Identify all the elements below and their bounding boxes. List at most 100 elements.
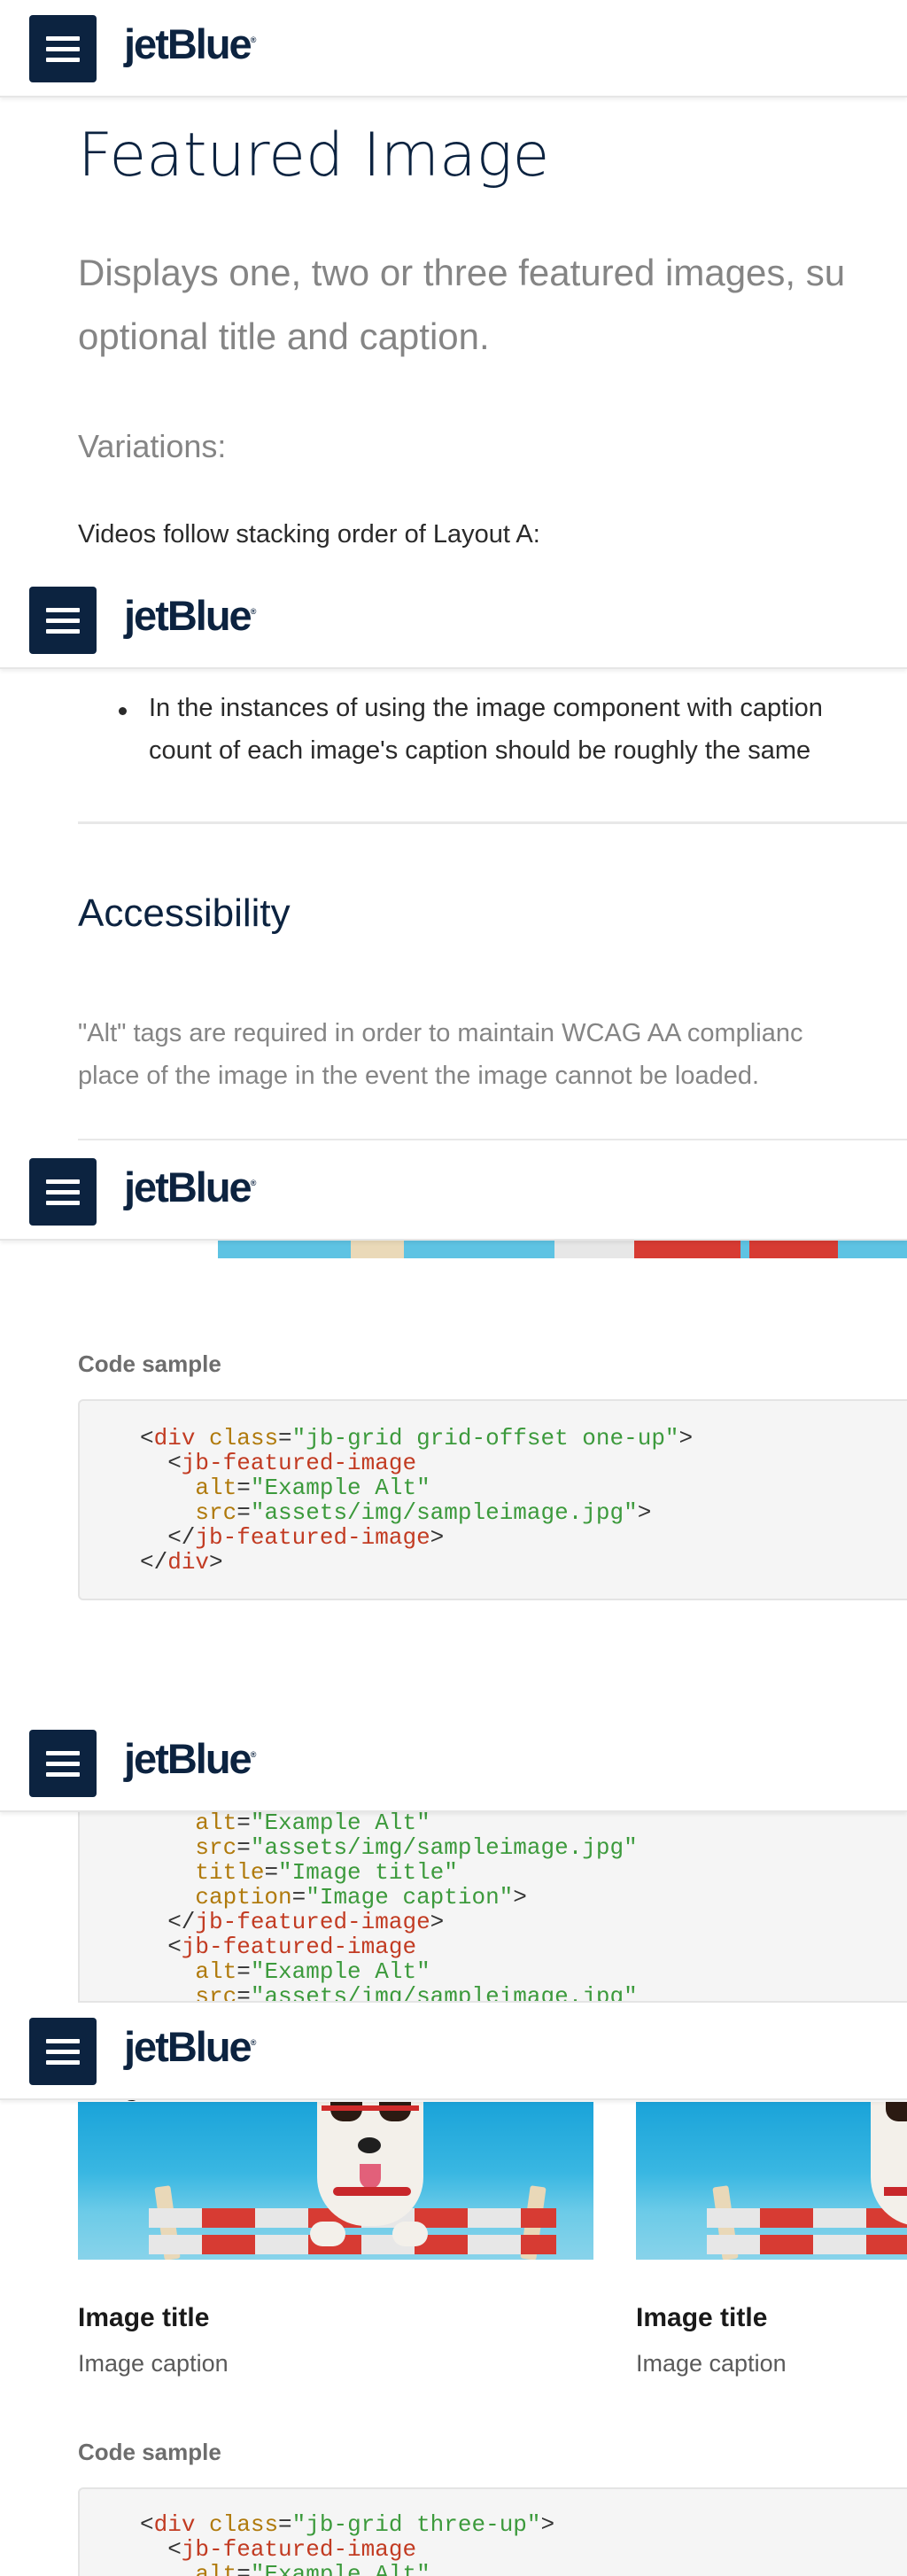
featured-image xyxy=(78,2102,593,2260)
code-sample-text: <div class="jb-grid grid-offset one-up">… xyxy=(140,1426,693,1575)
code-token: < xyxy=(140,1934,182,1960)
jetblue-logo[interactable]: jetBlue® xyxy=(124,19,256,68)
code-token: div xyxy=(153,1425,196,1451)
featured-image-bottom-edge xyxy=(218,1241,907,1258)
hamburger-menu-icon[interactable] xyxy=(29,587,97,654)
code-token: < xyxy=(140,1425,154,1451)
hamburger-menu-icon[interactable] xyxy=(29,15,97,82)
code-sample-text: alt="Example Alt" src="assets/img/sample… xyxy=(140,1812,638,2003)
code-token: = xyxy=(291,1884,306,1911)
hamburger-menu-icon[interactable] xyxy=(29,1730,97,1797)
code-token: class xyxy=(209,2511,279,2538)
code-token: "jb-grid three-up" xyxy=(291,2511,541,2538)
jetblue-logo[interactable]: jetBlue® xyxy=(124,1163,256,1211)
code-token: "assets/img/sampleimage.jpg" xyxy=(250,1834,638,1861)
code-token: jb-featured-image xyxy=(181,1450,417,1476)
code-token: "jb-grid grid-offset one-up" xyxy=(291,1425,679,1451)
code-token: = xyxy=(236,1983,251,2003)
code-token: "Example Alt" xyxy=(250,2561,430,2576)
strip-one-up-code: jetBlue® Code sample <div class = "jb-grid… xyxy=(0,1143,907,1715)
code-token: = xyxy=(236,1834,251,1861)
featured-image xyxy=(636,2102,907,2260)
strip-two-up-code: jetBlue® alt="Example Alt" src="assets/i… xyxy=(0,1715,907,2003)
code-token: src xyxy=(195,1499,237,1526)
code-sample-block: <div class="jb-grid three-up"> <jb-featu… xyxy=(78,2487,907,2576)
code-token: < xyxy=(140,2511,154,2538)
strip-three-up: jetBlue® Image title Image title Image c… xyxy=(0,2003,907,2576)
code-token: div xyxy=(153,2511,196,2538)
hamburger-menu-icon[interactable] xyxy=(29,1158,97,1226)
accessibility-text-line-2: place of the image in the event the imag… xyxy=(78,1062,760,1090)
image-caption: Image caption xyxy=(78,2350,229,2377)
code-token: "Image title" xyxy=(278,1859,458,1886)
code-token: "Example Alt" xyxy=(250,1812,430,1836)
page-title: Featured Image xyxy=(78,121,550,191)
code-token: = xyxy=(236,1812,251,1836)
image-title: Image title xyxy=(636,2303,768,2332)
guideline-bullet-line-2: count of each image's caption should be … xyxy=(149,736,811,765)
section-divider xyxy=(78,821,907,824)
code-token: > xyxy=(430,1909,445,1935)
code-sample-block: alt="Example Alt" src="assets/img/sample… xyxy=(78,1812,907,2003)
jetblue-logo[interactable]: jetBlue® xyxy=(124,591,256,640)
code-token: < xyxy=(140,1450,182,1476)
code-token: class xyxy=(209,1425,279,1451)
code-token: "Image caption" xyxy=(306,1884,514,1911)
code-token: src xyxy=(195,1834,237,1861)
code-sample-block: <div class="jb-grid grid-offset one-up">… xyxy=(78,1399,907,1600)
code-token: "assets/img/sampleimage.jpg" xyxy=(250,1983,638,2003)
code-token: src xyxy=(195,1983,237,2003)
code-token: > xyxy=(430,1524,445,1551)
code-token: = xyxy=(236,1958,251,1985)
code-token: </ xyxy=(140,1909,196,1935)
bullet-dot xyxy=(119,707,127,715)
hamburger-menu-icon[interactable] xyxy=(29,2018,97,2085)
accessibility-heading: Accessibility xyxy=(78,891,291,935)
code-token: "Example Alt" xyxy=(250,1475,430,1501)
code-token: jb-featured-image xyxy=(181,1934,417,1960)
code-sample-label: Code sample xyxy=(78,2439,221,2465)
image-title: Image title xyxy=(78,2303,210,2332)
jetblue-logo[interactable]: jetBlue® xyxy=(124,1734,256,1783)
videos-note: Videos follow stacking order of Layout A… xyxy=(78,520,540,549)
code-token: </ xyxy=(140,1549,168,1576)
site-header: jetBlue® xyxy=(0,1143,907,1241)
code-sample-text: <div class="jb-grid three-up"> <jb-featu… xyxy=(140,2512,554,2576)
code-token: alt xyxy=(195,2561,237,2576)
code-token: > xyxy=(637,1499,652,1526)
code-token: jb-featured-image xyxy=(195,1909,430,1935)
code-token: > xyxy=(678,1425,694,1451)
code-sample-label: Code sample xyxy=(78,1350,221,1377)
code-token: "assets/img/sampleimage.jpg" xyxy=(250,1499,638,1526)
page-lead-line-2: optional title and caption. xyxy=(78,315,490,357)
strip-accessibility: jetBlue® In the instances of using the i… xyxy=(0,572,907,1143)
site-header: jetBlue® xyxy=(0,572,907,669)
code-token: = xyxy=(236,2561,251,2576)
code-token: jb-featured-image xyxy=(195,1524,430,1551)
code-token: > xyxy=(513,1884,527,1911)
jetblue-logo[interactable]: jetBlue® xyxy=(124,2022,256,2071)
accessibility-text-line-1: "Alt" tags are required in order to main… xyxy=(78,1019,803,1047)
code-token: </ xyxy=(140,1524,196,1551)
site-header: jetBlue® xyxy=(0,0,907,97)
variations-label: Variations: xyxy=(78,428,227,464)
code-token: "Example Alt" xyxy=(250,1958,430,1985)
code-token: > xyxy=(209,1549,223,1576)
code-token: = xyxy=(236,1475,251,1501)
code-token: jb-featured-image xyxy=(181,2536,417,2563)
code-token: = xyxy=(278,2511,292,2538)
code-token: caption xyxy=(195,1884,292,1911)
site-header: jetBlue® xyxy=(0,2003,907,2100)
code-token: alt xyxy=(195,1475,237,1501)
